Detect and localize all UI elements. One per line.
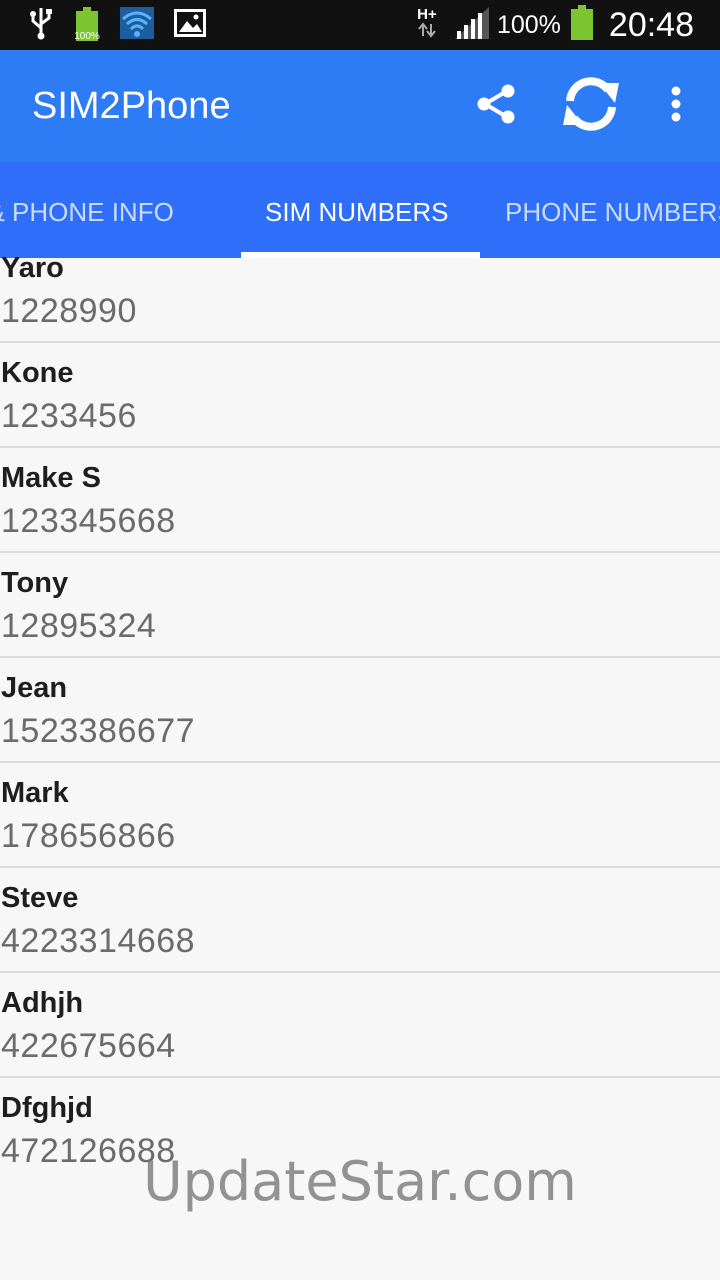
contact-number: 123345668 [1,502,176,540]
image-icon [174,8,206,42]
data-arrows-icon [417,22,437,43]
contact-name: Mark [1,777,69,809]
list-item[interactable]: Yaro 1228990 [0,237,720,343]
contact-name: Dfghjd [1,1092,93,1124]
watermark: UpdateStar.com [143,1150,577,1213]
list-item[interactable]: Steve 4223314668 [0,867,720,973]
contact-number: 12895324 [1,607,157,645]
wifi-icon [120,6,154,44]
contact-name: Jean [1,672,68,704]
battery-icon [569,4,595,46]
contact-name: Steve [1,882,79,914]
more-vert-icon [670,86,682,127]
share-button[interactable] [462,72,530,140]
contact-number: 178656866 [1,817,176,855]
list-item[interactable]: Mark 178656866 [0,762,720,868]
battery-percent: 100% [496,10,561,39]
clock: 20:48 [608,5,694,44]
sync-icon [558,71,624,142]
contact-number: 4223314668 [1,922,196,960]
battery-small-label: 100% [74,31,100,42]
list-item[interactable]: Jean 1523386677 [0,657,720,763]
more-options-button[interactable] [642,72,710,140]
list-item[interactable]: Tony 12895324 [0,552,720,658]
app-title: SIM2Phone [32,85,231,127]
list-item[interactable]: Make S 123345668 [0,447,720,553]
contact-name: Adhjh [1,987,84,1019]
network-type-label: H+ [417,6,437,23]
status-bar: 100% H+ 100% 20:48 [0,0,720,50]
battery-icon: 100% [74,7,100,43]
contact-number: 422675664 [1,1027,176,1065]
contact-name: Tony [1,567,69,599]
contact-name: Kone [1,357,74,389]
usb-icon [28,6,54,45]
contact-name: Make S [1,462,101,494]
list-item[interactable]: Kone 1233456 [0,342,720,448]
share-icon [474,82,518,131]
list-item[interactable]: Adhjh 422675664 [0,972,720,1078]
app-bar: SIM2Phone [0,50,720,162]
contact-number: 1523386677 [1,712,196,750]
sync-button[interactable] [557,72,625,140]
contact-name: Yaro [1,252,64,284]
signal-icon [454,6,489,44]
contact-number: 1228990 [1,292,137,330]
contact-number: 1233456 [1,397,137,435]
network-type-indicator: H+ [417,7,437,43]
